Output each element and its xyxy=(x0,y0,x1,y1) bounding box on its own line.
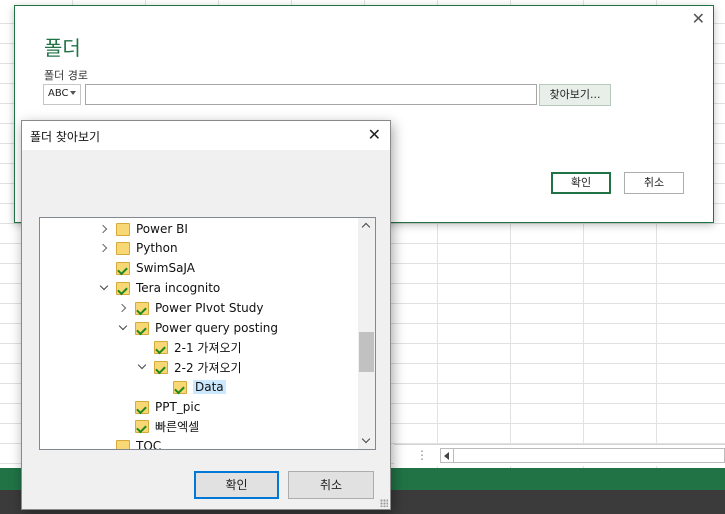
synced-folder-icon xyxy=(135,301,149,315)
tree-item-label: SwimSaJA xyxy=(136,261,195,275)
synced-folder-icon xyxy=(173,380,187,394)
chevron-down-icon[interactable] xyxy=(98,282,110,294)
type-selector[interactable]: ABC xyxy=(43,84,81,105)
scroll-down-icon[interactable] xyxy=(362,436,371,445)
synced-folder-icon xyxy=(154,360,168,374)
synced-folder-icon xyxy=(135,419,149,433)
tree-item[interactable]: Python xyxy=(98,239,178,257)
tree-item-label: Power PIvot Study xyxy=(155,301,264,315)
folder-icon xyxy=(116,222,130,236)
chevron-right-icon[interactable] xyxy=(117,302,129,314)
tree-item-label: 빠른엑셀 xyxy=(155,419,200,434)
tree-item-label: Power BI xyxy=(136,222,188,236)
cancel-button[interactable]: 취소 xyxy=(288,471,374,499)
tree-item[interactable]: PPT_pic xyxy=(117,398,200,416)
tree-item-selected[interactable]: Data xyxy=(155,378,226,396)
chevron-right-icon[interactable] xyxy=(98,242,110,254)
tree-item[interactable]: Power query posting xyxy=(117,319,278,337)
horizontal-scrollbar[interactable]: ⋮ xyxy=(394,444,725,466)
ok-button[interactable]: 확인 xyxy=(551,172,611,194)
folder-path-label: 폴더 경로 xyxy=(44,69,88,82)
synced-folder-icon xyxy=(154,340,168,354)
dialog-title: 폴더 xyxy=(44,36,81,60)
resize-grip-icon[interactable] xyxy=(380,499,388,507)
synced-folder-icon xyxy=(116,261,130,275)
close-icon[interactable]: ✕ xyxy=(692,9,705,28)
ok-button[interactable]: 확인 xyxy=(194,471,279,499)
folder-tree[interactable]: Power BI Python SwimSaJA Tera incognito … xyxy=(39,217,376,450)
tree-item[interactable]: 빠른엑셀 xyxy=(117,417,199,435)
tree-item[interactable]: 2-2 가져오기 xyxy=(136,358,242,376)
tree-item-label: 2-2 가져오기 xyxy=(174,360,242,375)
tree-item[interactable]: Tera incognito xyxy=(98,279,220,297)
dialog-title: 폴더 찾아보기 xyxy=(30,130,101,144)
tree-item-label: Data xyxy=(193,380,226,394)
tree-item[interactable]: Power PIvot Study xyxy=(117,299,263,317)
scroll-left-icon[interactable] xyxy=(440,448,454,463)
tree-item[interactable]: Power BI xyxy=(98,220,188,238)
tree-item-label: Tera incognito xyxy=(136,281,221,295)
scroll-up-icon[interactable] xyxy=(362,222,371,231)
chevron-right-icon[interactable] xyxy=(98,223,110,235)
folder-path-input[interactable] xyxy=(85,84,537,105)
tree-item[interactable]: SwimSaJA xyxy=(98,259,195,277)
scroll-thumb[interactable] xyxy=(359,332,374,372)
tree-item[interactable]: 2-1 가져오기 xyxy=(136,338,242,356)
cancel-button[interactable]: 취소 xyxy=(624,172,684,194)
folder-icon xyxy=(116,241,130,255)
close-icon[interactable]: ✕ xyxy=(368,125,381,144)
tree-item-label: Python xyxy=(136,241,178,255)
chevron-down-icon xyxy=(70,91,76,95)
tree-item-label: 2-1 가져오기 xyxy=(174,340,242,355)
chevron-down-icon[interactable] xyxy=(117,322,129,334)
folder-icon xyxy=(116,439,130,449)
synced-folder-icon xyxy=(116,281,130,295)
chevron-down-icon[interactable] xyxy=(136,361,148,373)
synced-folder-icon xyxy=(135,321,149,335)
tree-item[interactable]: TOC xyxy=(98,437,162,450)
vertical-scrollbar[interactable] xyxy=(358,218,375,449)
synced-folder-icon xyxy=(135,400,149,414)
scroll-track[interactable] xyxy=(454,448,725,463)
tree-item-label: Power query posting xyxy=(155,321,279,335)
tree-item-label: TOC xyxy=(136,439,162,450)
more-icon[interactable]: ⋮ xyxy=(416,448,428,462)
dialog-header: 폴더 찾아보기 ✕ xyxy=(22,121,390,150)
browse-button[interactable]: 찾아보기... xyxy=(539,84,611,106)
browse-folder-dialog: 폴더 찾아보기 ✕ Power BI Python SwimSaJA Tera … xyxy=(21,120,391,510)
tree-item-label: PPT_pic xyxy=(155,400,201,414)
abc-icon: ABC xyxy=(48,88,69,99)
